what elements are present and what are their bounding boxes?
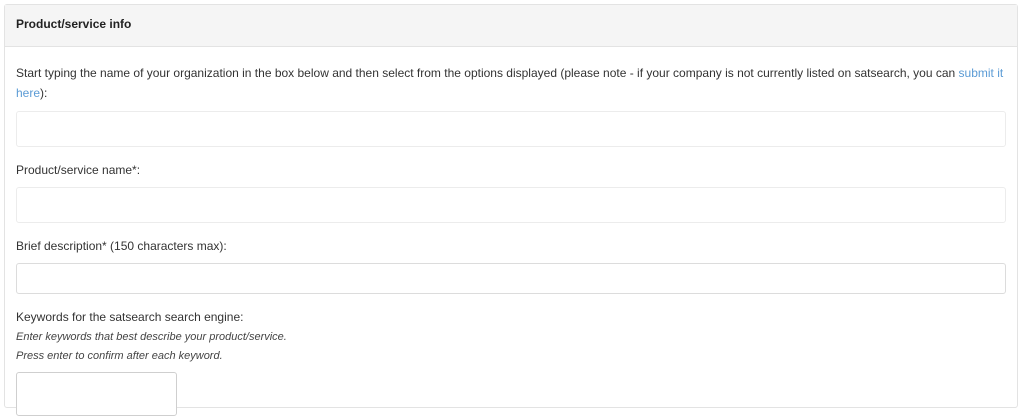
panel-body: Start typing the name of your organizati… (5, 47, 1017, 416)
keywords-label: Keywords for the satsearch search engine… (16, 310, 244, 324)
product-name-label: Product/service name*: (16, 163, 141, 177)
product-service-info-panel: Product/service info Start typing the na… (4, 4, 1018, 416)
panel-title: Product/service info (5, 5, 1017, 47)
organization-input[interactable] (16, 111, 1006, 147)
organization-instructions: Start typing the name of your organizati… (16, 63, 1006, 103)
keywords-hint-line-2: Press enter to confirm after each keywor… (16, 350, 223, 362)
keywords-input[interactable] (16, 372, 177, 416)
organization-instructions-end: ): (40, 86, 48, 100)
product-name-input[interactable] (16, 187, 1006, 223)
keywords-hint-line-1: Enter keywords that best describe your p… (16, 331, 287, 343)
organization-instructions-text: Start typing the name of your organizati… (16, 66, 959, 80)
description-label: Brief description* (150 characters max): (16, 239, 227, 253)
description-input[interactable] (16, 263, 1006, 294)
